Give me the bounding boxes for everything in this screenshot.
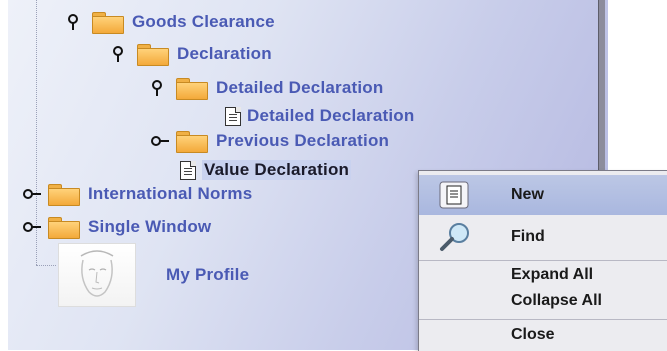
menu-item-new[interactable]: New xyxy=(419,175,667,215)
folder-icon xyxy=(137,44,169,66)
tree-node-label: Declaration xyxy=(177,44,272,63)
folder-icon xyxy=(176,131,208,153)
tree-node-detailed-declaration-folder[interactable]: Detailed Declaration xyxy=(150,78,384,100)
tree-node-label: Value Declaration xyxy=(202,160,352,180)
tree-node-label: International Norms xyxy=(88,184,253,203)
magnifier-icon xyxy=(439,221,473,258)
tree-node-goods-clearance[interactable]: Goods Clearance xyxy=(66,12,275,34)
tree-node-label: Goods Clearance xyxy=(132,12,275,31)
tree-node-my-profile[interactable]: My Profile xyxy=(58,243,249,307)
tree-node-value-declaration[interactable]: Value Declaration xyxy=(180,160,352,180)
tree-node-label: Detailed Declaration xyxy=(247,106,415,125)
folder-icon xyxy=(176,78,208,100)
key-collapsed-icon[interactable] xyxy=(22,218,41,236)
menu-item-label: Collapse All xyxy=(511,292,602,309)
folder-icon xyxy=(48,217,80,239)
menu-separator xyxy=(419,260,667,261)
tree-node-label: My Profile xyxy=(166,265,250,284)
tree-guide-line xyxy=(36,265,56,266)
menu-item-close[interactable]: Close xyxy=(419,323,667,347)
tree-node-international-norms[interactable]: International Norms xyxy=(22,184,253,206)
key-collapsed-icon[interactable] xyxy=(22,185,41,203)
document-icon xyxy=(439,181,469,214)
tree-node-previous-declaration[interactable]: Previous Declaration xyxy=(150,131,390,153)
menu-item-label: Close xyxy=(511,326,555,343)
key-expanded-icon[interactable] xyxy=(111,45,129,63)
document-icon xyxy=(180,160,196,180)
menu-item-label: New xyxy=(511,186,544,203)
key-expanded-icon[interactable] xyxy=(66,13,84,31)
context-menu: New Find Expand All Collapse All Close xyxy=(418,170,667,351)
menu-item-expand-all[interactable]: Expand All xyxy=(419,263,667,287)
key-expanded-icon[interactable] xyxy=(150,79,168,97)
tree-node-single-window[interactable]: Single Window xyxy=(22,217,212,239)
folder-icon xyxy=(92,12,124,34)
tree-node-declaration[interactable]: Declaration xyxy=(111,44,272,66)
panel-border xyxy=(598,0,605,190)
tree-node-label: Single Window xyxy=(88,217,212,236)
key-collapsed-icon[interactable] xyxy=(150,132,169,150)
menu-item-label: Expand All xyxy=(511,266,594,283)
menu-separator xyxy=(419,319,667,320)
menu-item-label: Find xyxy=(511,228,545,245)
tree-node-detailed-declaration-doc[interactable]: Detailed Declaration xyxy=(225,106,414,126)
tree-node-label: Detailed Declaration xyxy=(216,78,384,97)
tree-node-label: Previous Declaration xyxy=(216,131,390,150)
menu-item-find[interactable]: Find xyxy=(419,217,667,257)
folder-icon xyxy=(48,184,80,206)
avatar xyxy=(58,243,136,307)
document-icon xyxy=(225,106,241,126)
menu-item-collapse-all[interactable]: Collapse All xyxy=(419,289,667,313)
